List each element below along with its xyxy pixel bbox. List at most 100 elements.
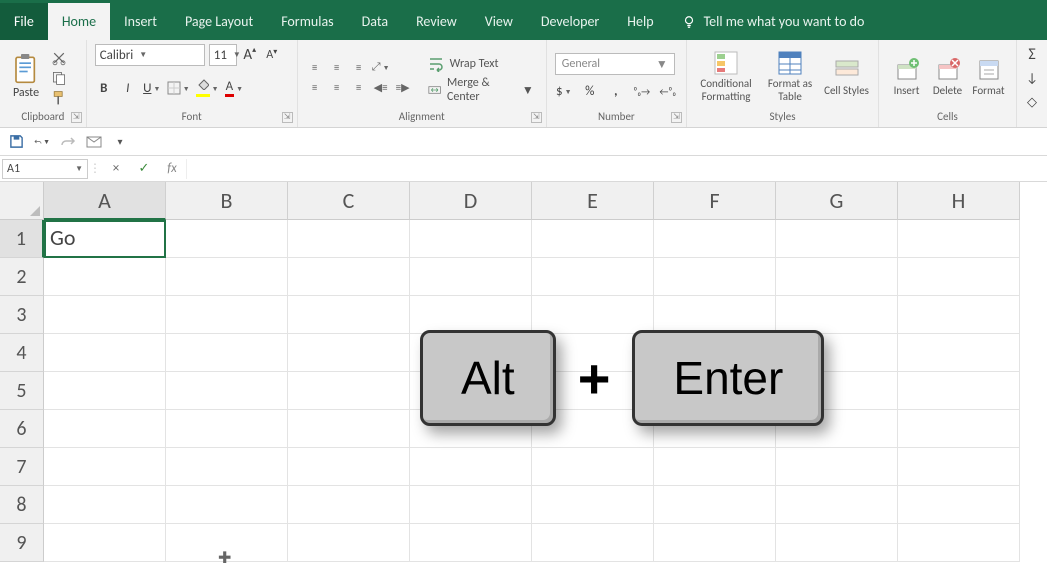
cell-b3[interactable] xyxy=(166,296,288,334)
cell-a8[interactable] xyxy=(44,486,166,524)
cell-e7[interactable] xyxy=(532,448,654,486)
tell-me-search[interactable]: Tell me what you want to do xyxy=(668,3,879,40)
cell-d3[interactable] xyxy=(410,296,532,334)
cell-d7[interactable] xyxy=(410,448,532,486)
tab-data[interactable]: Data xyxy=(348,3,402,40)
cell-c9[interactable] xyxy=(288,524,410,562)
tab-view[interactable]: View xyxy=(471,3,527,40)
tab-file[interactable]: File xyxy=(0,3,48,40)
alignment-dialog-launcher[interactable]: ⇲ xyxy=(531,112,542,123)
font-dialog-launcher[interactable]: ⇲ xyxy=(282,112,293,123)
row-header-9[interactable]: 9 xyxy=(0,524,44,562)
merge-center-button[interactable]: Merge & Center▼ xyxy=(424,79,538,101)
cell-f8[interactable] xyxy=(654,486,776,524)
cell-c3[interactable] xyxy=(288,296,410,334)
row-header-4[interactable]: 4 xyxy=(0,334,44,372)
underline-button[interactable]: U▼ xyxy=(143,78,161,98)
tab-help[interactable]: Help xyxy=(613,3,667,40)
align-top-button[interactable]: ≡ xyxy=(306,59,324,75)
email-button[interactable] xyxy=(86,134,102,150)
wrap-text-button[interactable]: Wrap Text xyxy=(424,53,538,75)
cell-a3[interactable] xyxy=(44,296,166,334)
column-header-b[interactable]: B xyxy=(166,182,288,220)
undo-button[interactable]: ▼ xyxy=(34,134,50,150)
number-format-combo[interactable]: General▼ xyxy=(555,53,675,75)
cell-g9[interactable] xyxy=(776,524,898,562)
cell-a7[interactable] xyxy=(44,448,166,486)
row-header-1[interactable]: 1 xyxy=(0,220,44,258)
cell-h1[interactable] xyxy=(898,220,1020,258)
cell-e9[interactable] xyxy=(532,524,654,562)
row-header-6[interactable]: 6 xyxy=(0,410,44,448)
font-name-combo[interactable]: Calibri▼ xyxy=(95,44,205,66)
cell-e8[interactable] xyxy=(532,486,654,524)
cell-styles-button[interactable]: Cell Styles xyxy=(823,57,870,98)
name-box[interactable]: A1▼ xyxy=(2,159,88,179)
row-header-7[interactable]: 7 xyxy=(0,448,44,486)
cell-h5[interactable] xyxy=(898,372,1020,410)
align-right-button[interactable]: ≡ xyxy=(350,79,368,95)
cell-c8[interactable] xyxy=(288,486,410,524)
decrease-indent-button[interactable]: ◀≡ xyxy=(372,79,390,95)
row-header-2[interactable]: 2 xyxy=(0,258,44,296)
fill-color-button[interactable]: ▼ xyxy=(196,78,219,98)
autosum-button[interactable]: Σ xyxy=(1023,44,1041,64)
cell-c7[interactable] xyxy=(288,448,410,486)
column-header-h[interactable]: H xyxy=(898,182,1020,220)
borders-button[interactable]: ▼ xyxy=(167,78,190,98)
cell-d2[interactable] xyxy=(410,258,532,296)
cell-e2[interactable] xyxy=(532,258,654,296)
italic-button[interactable]: I xyxy=(119,78,137,98)
row-header-8[interactable]: 8 xyxy=(0,486,44,524)
column-header-f[interactable]: F xyxy=(654,182,776,220)
comma-format-button[interactable]: , xyxy=(607,81,625,101)
redo-button[interactable] xyxy=(60,134,76,150)
copy-icon[interactable] xyxy=(50,70,68,86)
cell-c4[interactable] xyxy=(288,334,410,372)
font-color-button[interactable]: A▼ xyxy=(225,78,243,98)
cell-g8[interactable] xyxy=(776,486,898,524)
paste-button[interactable]: Paste xyxy=(8,54,44,100)
cell-f3[interactable] xyxy=(654,296,776,334)
cell-b2[interactable] xyxy=(166,258,288,296)
cell-h7[interactable] xyxy=(898,448,1020,486)
align-left-button[interactable]: ≡ xyxy=(306,79,324,95)
cell-h4[interactable] xyxy=(898,334,1020,372)
font-size-combo[interactable]: 11▼ xyxy=(209,44,237,66)
cell-a2[interactable] xyxy=(44,258,166,296)
cell-c1[interactable] xyxy=(288,220,410,258)
cell-d1[interactable] xyxy=(410,220,532,258)
cell-b8[interactable] xyxy=(166,486,288,524)
cell-b4[interactable] xyxy=(166,334,288,372)
cell-g7[interactable] xyxy=(776,448,898,486)
cell-c6[interactable] xyxy=(288,410,410,448)
column-header-e[interactable]: E xyxy=(532,182,654,220)
cell-h6[interactable] xyxy=(898,410,1020,448)
clear-button[interactable]: ◇ xyxy=(1023,92,1041,112)
cell-a5[interactable] xyxy=(44,372,166,410)
align-bottom-button[interactable]: ≡ xyxy=(350,59,368,75)
cell-h9[interactable] xyxy=(898,524,1020,562)
column-header-c[interactable]: C xyxy=(288,182,410,220)
format-cells-button[interactable]: Format xyxy=(969,57,1008,98)
format-as-table-button[interactable]: Format as Table xyxy=(759,50,821,103)
cell-c2[interactable] xyxy=(288,258,410,296)
decrease-font-size-button[interactable]: A▾ xyxy=(263,45,281,65)
cancel-edit-button[interactable]: × xyxy=(108,161,124,177)
cell-d9[interactable] xyxy=(410,524,532,562)
cell-h3[interactable] xyxy=(898,296,1020,334)
format-painter-icon[interactable] xyxy=(50,90,68,106)
cell-e3[interactable] xyxy=(532,296,654,334)
row-header-3[interactable]: 3 xyxy=(0,296,44,334)
select-all-corner[interactable] xyxy=(0,182,44,220)
cell-a1[interactable]: Go xyxy=(44,220,166,258)
cell-a6[interactable] xyxy=(44,410,166,448)
column-header-a[interactable]: A xyxy=(44,182,166,220)
increase-font-size-button[interactable]: A▴ xyxy=(241,45,259,65)
tab-insert[interactable]: Insert xyxy=(110,3,171,40)
conditional-formatting-button[interactable]: Conditional Formatting xyxy=(695,50,757,103)
number-dialog-launcher[interactable]: ⇲ xyxy=(671,112,682,123)
cell-b1[interactable] xyxy=(166,220,288,258)
cell-a9[interactable] xyxy=(44,524,166,562)
cell-f7[interactable] xyxy=(654,448,776,486)
